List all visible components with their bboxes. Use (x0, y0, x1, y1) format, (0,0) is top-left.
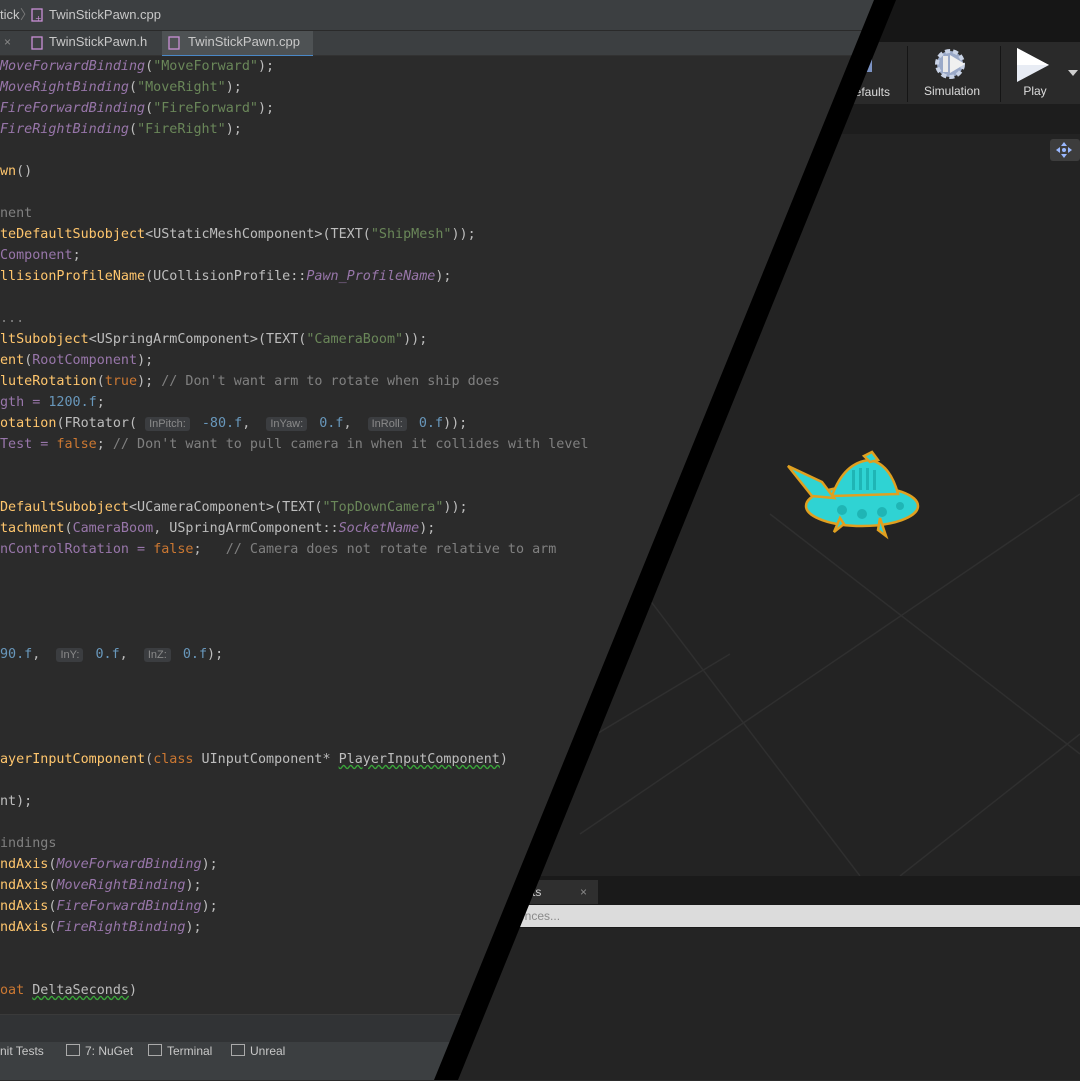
parameter-hint: InYaw: (266, 417, 308, 431)
code-line: Component; (0, 248, 81, 263)
parameter-hint: InZ: (143, 648, 171, 662)
code-line: luteRotation(true); // Don't want arm to… (0, 374, 500, 389)
code-line: ent(RootComponent); (0, 353, 154, 368)
search-input[interactable]: ences... (450, 905, 1080, 927)
breadcrumb-file[interactable]: TwinStickPawn.cpp (49, 0, 161, 30)
code-line: tachment(CameraBoom, USpringArmComponent… (0, 521, 436, 536)
toolbar-divider (1000, 46, 1001, 102)
tool-nuget[interactable]: 7: NuGet (66, 1042, 133, 1081)
spaceship-model[interactable] (782, 448, 924, 544)
code-line: teDefaultSubobject<UStaticMeshComponent>… (0, 227, 476, 242)
header-file-icon (31, 36, 43, 50)
code-line: oat DeltaSeconds) (0, 983, 138, 998)
nuget-icon (66, 1044, 80, 1056)
code-line: ndAxis(FireRightBinding); (0, 920, 202, 935)
play-button[interactable]: Play (1005, 42, 1065, 104)
code-line: ... (0, 311, 25, 326)
parameter-hint: InY: (56, 648, 84, 662)
tool-unreal[interactable]: Unreal (231, 1042, 285, 1081)
parameter-hint: InPitch: (145, 417, 190, 431)
tool-terminal[interactable]: Terminal (148, 1042, 212, 1081)
code-line: ayerInputComponent(class UInputComponent… (0, 752, 508, 767)
breadcrumb-root[interactable]: tick (0, 0, 20, 30)
viewport-move-icon[interactable] (1050, 139, 1080, 161)
panel-content (450, 928, 1080, 1080)
svg-text:+: + (35, 14, 42, 22)
code-line: gth = 1200.f; (0, 395, 105, 410)
code-line: ndAxis(MoveRightBinding); (0, 878, 202, 893)
chevron-down-icon[interactable] (1068, 70, 1078, 76)
code-line: MoveRightBinding("MoveRight"); (0, 80, 242, 95)
tab-hidden-close[interactable]: × (0, 31, 20, 55)
tab-label: TwinStickPawn.h (49, 34, 148, 49)
code-line: MoveForwardBinding("MoveForward"); (0, 59, 275, 74)
code-line: FireForwardBinding("FireForward"); (0, 101, 275, 116)
cpp-file-icon: + (31, 8, 43, 22)
close-icon[interactable]: × (4, 35, 11, 49)
code-line: ndAxis(MoveForwardBinding); (0, 857, 218, 872)
code-line: ndAxis(FireForwardBinding); (0, 899, 218, 914)
tab-twinstickpawn-h[interactable]: TwinStickPawn.h × (28, 31, 158, 71)
code-line: DefaultSubobject<UCameraComponent>(TEXT(… (0, 500, 468, 515)
code-line: 90.f, InY: 0.f, InZ: 0.f); (0, 647, 224, 662)
tool-unit-tests[interactable]: nit Tests (0, 1042, 44, 1081)
code-line: otation(FRotator( InPitch: -80.f, InYaw:… (0, 416, 468, 431)
terminal-icon (148, 1044, 162, 1056)
code-line: wn() (0, 164, 33, 179)
close-icon[interactable]: × (580, 880, 587, 904)
play-icon (1017, 48, 1049, 82)
simulation-button[interactable]: Simulation (912, 42, 992, 104)
unreal-icon (231, 1044, 245, 1056)
code-line: llisionProfileName(UCollisionProfile::Pa… (0, 269, 452, 284)
cpp-file-icon (168, 36, 180, 50)
code-line: nent (0, 206, 33, 221)
tab-label: TwinStickPawn.cpp (188, 34, 300, 49)
parameter-hint: InRoll: (367, 417, 407, 431)
code-line: Test = false; // Don't want to pull came… (0, 437, 589, 452)
code-line: nt); (0, 794, 33, 809)
code-line: nControlRotation = false; // Camera does… (0, 542, 557, 557)
toolbar-divider (907, 46, 908, 102)
code-line: ltSubobject<USpringArmComponent>(TEXT("C… (0, 332, 428, 347)
tab-twinstickpawn-cpp[interactable]: TwinStickPawn.cpp × (162, 31, 313, 71)
simulation-icon (935, 49, 965, 79)
code-line: indings (0, 836, 57, 851)
code-line: FireRightBinding("FireRight"); (0, 122, 242, 137)
